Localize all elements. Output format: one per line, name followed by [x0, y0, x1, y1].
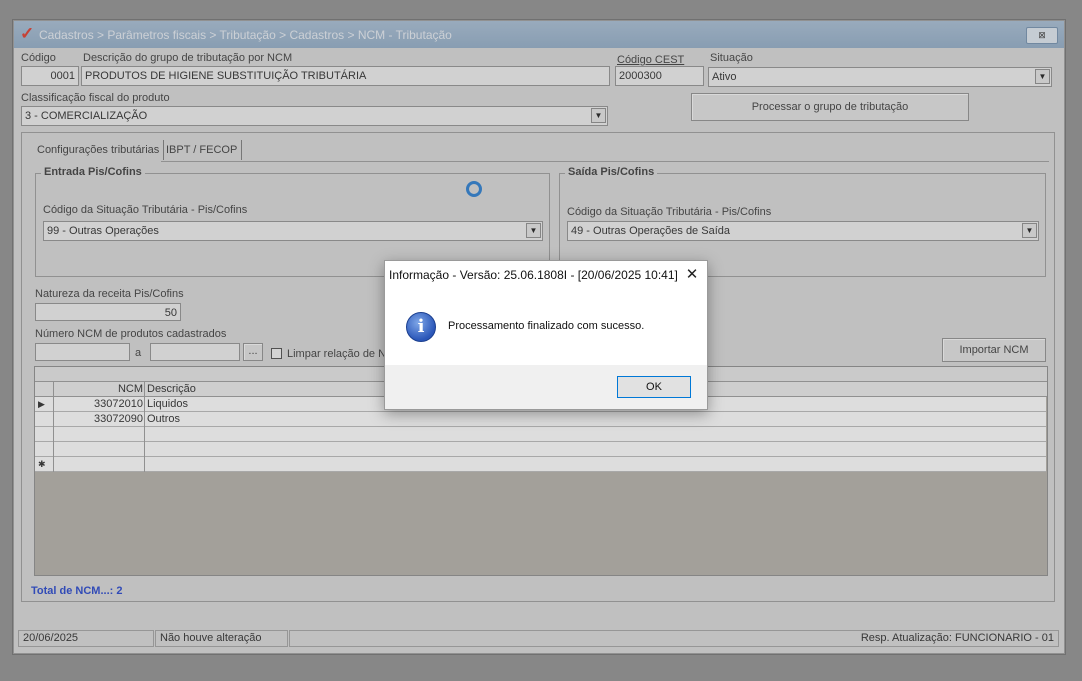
information-dialog: Informação - Versão: 25.06.1808I - [20/0…: [384, 260, 708, 410]
dialog-title: Informação - Versão: 25.06.1808I - [20/0…: [389, 268, 678, 282]
dialog-close-icon[interactable]: ✕: [683, 265, 701, 283]
information-icon: i: [406, 312, 436, 342]
ok-button[interactable]: OK: [617, 376, 691, 398]
dialog-message: Processamento finalizado com sucesso.: [448, 320, 645, 332]
